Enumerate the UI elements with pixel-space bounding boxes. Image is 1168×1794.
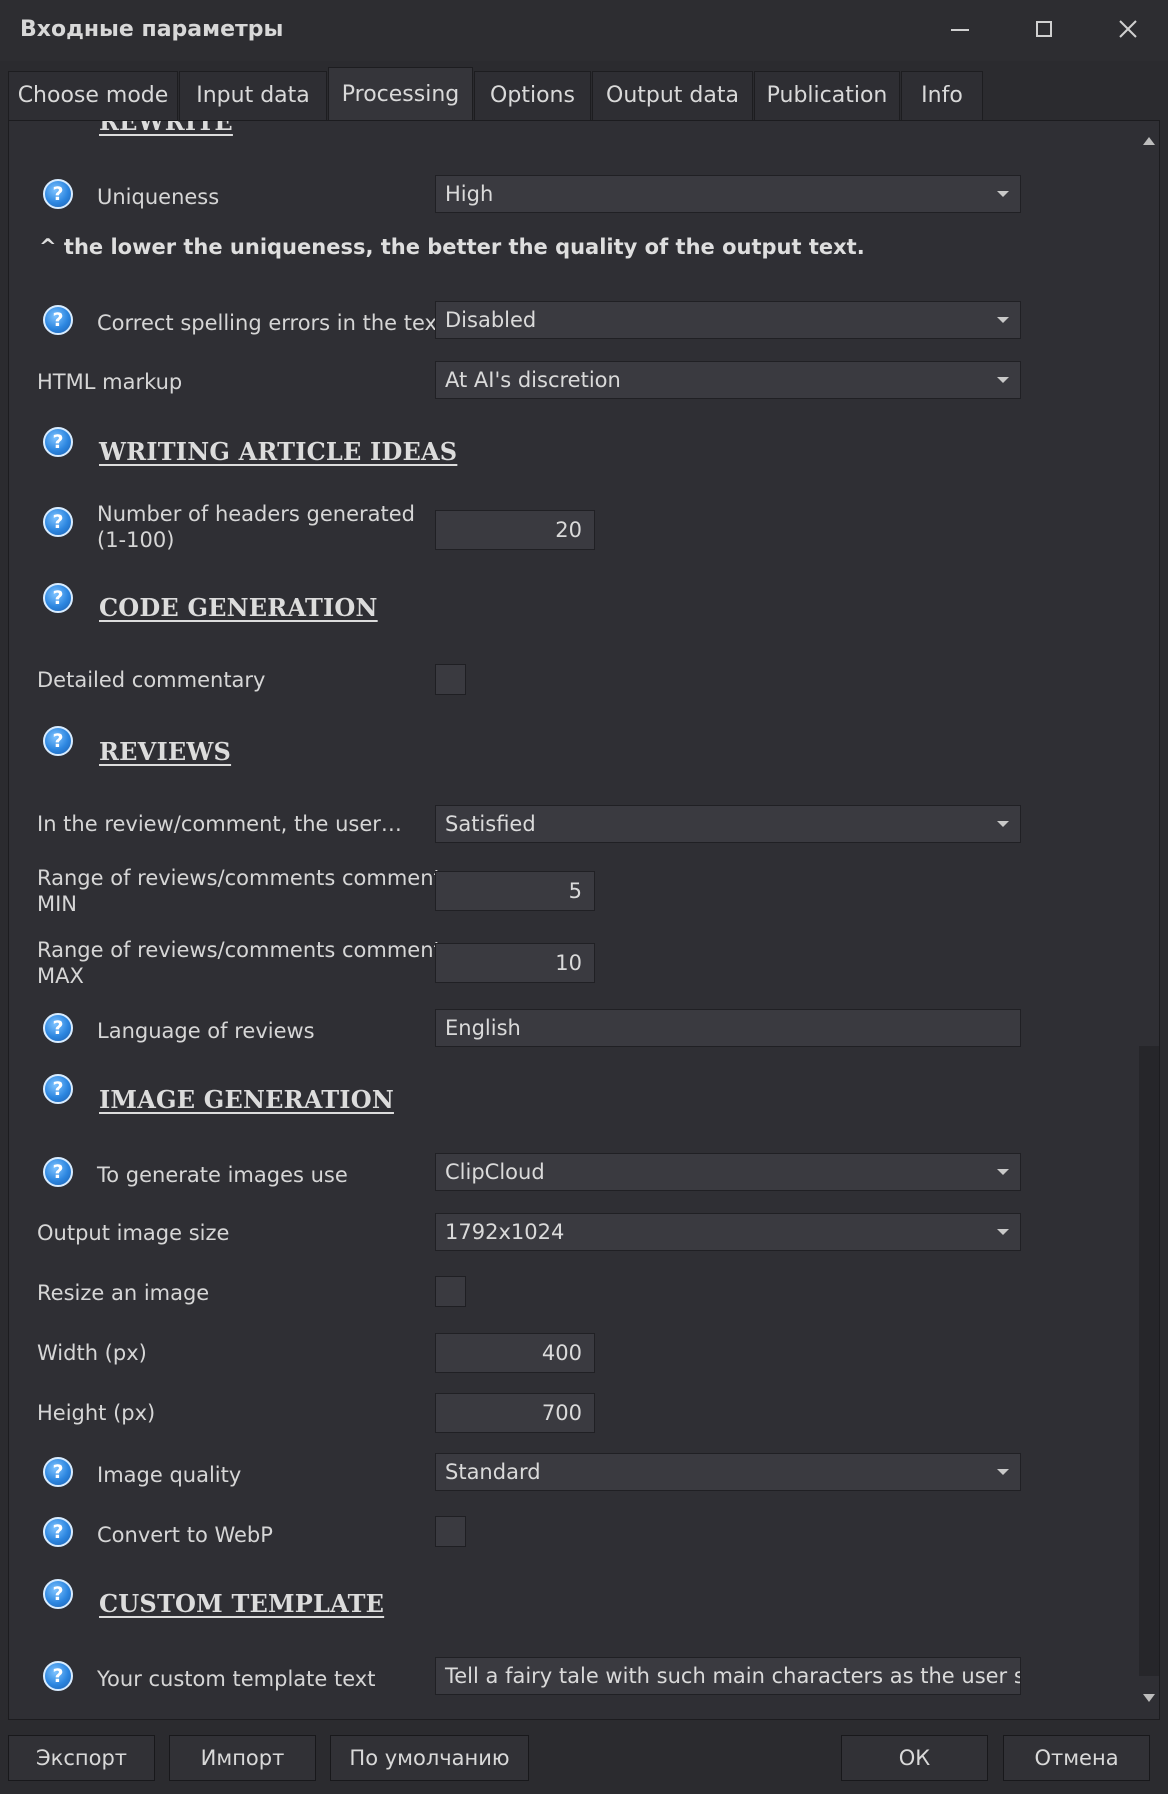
webp-checkbox[interactable] — [435, 1516, 466, 1547]
reviews-max-label-line1: Range of reviews/comments comments — [37, 938, 453, 962]
headers-label-line2: (1-100) — [97, 528, 175, 552]
tab-output-data[interactable]: Output data — [592, 71, 753, 121]
section-custom-title: CUSTOM TEMPLATE — [99, 1589, 385, 1618]
export-button[interactable]: Экспорт — [8, 1735, 155, 1781]
headers-label-line1: Number of headers generated — [97, 502, 416, 526]
vertical-scrollbar[interactable] — [1139, 121, 1159, 1719]
resize-image-label: Resize an image — [37, 1281, 210, 1305]
reviews-max-input[interactable]: 10 — [435, 943, 595, 983]
scroll-up-icon[interactable] — [1143, 137, 1155, 145]
uniqueness-note: ^ the lower the uniqueness, the better t… — [39, 235, 865, 259]
image-size-value: 1792x1024 — [445, 1220, 565, 1244]
help-icon[interactable]: ? — [43, 1013, 73, 1043]
image-quality-value: Standard — [445, 1460, 541, 1484]
review-user-label: In the review/comment, the user… — [37, 812, 402, 836]
image-generator-select[interactable]: ClipCloud — [435, 1153, 1021, 1191]
help-icon[interactable]: ? — [43, 179, 73, 209]
window-title: Входные параметры — [20, 17, 284, 42]
reviews-max-label-line2: MAX — [37, 964, 84, 988]
width-label: Width (px) — [37, 1341, 147, 1365]
cancel-button[interactable]: Отмена — [1003, 1735, 1150, 1781]
reviews-language-input[interactable]: English — [435, 1009, 1021, 1047]
tab-options[interactable]: Options — [474, 71, 591, 121]
custom-template-input[interactable]: Tell a fairy tale with such main charact… — [435, 1657, 1021, 1695]
minimize-icon — [951, 29, 969, 31]
processing-panel: REWRITE ? Uniqueness High ^ the lower th… — [8, 120, 1160, 1720]
spelling-label: Correct spelling errors in the text — [97, 311, 446, 335]
help-icon[interactable]: ? — [43, 583, 73, 613]
title-bar: Входные параметры — [0, 0, 1168, 61]
help-icon[interactable]: ? — [43, 1157, 73, 1187]
reviews-min-label-line1: Range of reviews/comments comments — [37, 866, 453, 890]
custom-template-label: Your custom template text — [97, 1667, 376, 1691]
help-icon[interactable]: ? — [43, 726, 73, 756]
tab-info[interactable]: Info — [901, 71, 983, 121]
scrollbar-thumb[interactable] — [1139, 1046, 1159, 1676]
height-input[interactable]: 700 — [435, 1393, 595, 1433]
image-generator-label: To generate images use — [97, 1163, 348, 1187]
default-button[interactable]: По умолчанию — [330, 1735, 529, 1781]
html-markup-value: At AI's discretion — [445, 368, 621, 392]
section-rewrite-title: REWRITE — [99, 120, 233, 136]
image-generator-value: ClipCloud — [445, 1160, 545, 1184]
import-button[interactable]: Импорт — [169, 1735, 316, 1781]
help-icon[interactable]: ? — [43, 1074, 73, 1104]
minimize-button[interactable] — [938, 10, 982, 50]
review-user-value: Satisfied — [445, 812, 536, 836]
headers-count-input[interactable]: 20 — [435, 510, 595, 550]
ok-button[interactable]: ОК — [841, 1735, 988, 1781]
close-button[interactable] — [1106, 10, 1150, 50]
chevron-down-icon — [997, 1469, 1009, 1475]
uniqueness-select[interactable]: High — [435, 175, 1021, 213]
help-icon[interactable]: ? — [43, 1661, 73, 1691]
reviews-min-input[interactable]: 5 — [435, 871, 595, 911]
uniqueness-label: Uniqueness — [97, 185, 220, 209]
review-user-select[interactable]: Satisfied — [435, 805, 1021, 843]
width-input[interactable]: 400 — [435, 1333, 595, 1373]
chevron-down-icon — [997, 377, 1009, 383]
chevron-down-icon — [997, 191, 1009, 197]
height-label: Height (px) — [37, 1401, 156, 1425]
reviews-language-label: Language of reviews — [97, 1019, 315, 1043]
section-reviews-title: REVIEWS — [99, 737, 232, 766]
section-code-title: CODE GENERATION — [99, 593, 378, 622]
image-size-label: Output image size — [37, 1221, 230, 1245]
tab-bar: Choose mode Input data Processing Option… — [0, 61, 1168, 122]
tab-input-data[interactable]: Input data — [179, 71, 327, 121]
section-ideas-title: WRITING ARTICLE IDEAS — [99, 437, 458, 466]
image-quality-label: Image quality — [97, 1463, 242, 1487]
tab-processing[interactable]: Processing — [328, 67, 473, 122]
detailed-commentary-label: Detailed commentary — [37, 668, 266, 692]
help-icon[interactable]: ? — [43, 305, 73, 335]
image-size-select[interactable]: 1792x1024 — [435, 1213, 1021, 1251]
section-image-title: IMAGE GENERATION — [99, 1085, 394, 1114]
help-icon[interactable]: ? — [43, 507, 73, 537]
html-markup-select[interactable]: At AI's discretion — [435, 361, 1021, 399]
help-icon[interactable]: ? — [43, 427, 73, 457]
webp-label: Convert to WebP — [97, 1523, 273, 1547]
help-icon[interactable]: ? — [43, 1579, 73, 1609]
html-markup-label: HTML markup — [37, 370, 183, 394]
tab-choose-mode[interactable]: Choose mode — [8, 71, 178, 121]
help-icon[interactable]: ? — [43, 1517, 73, 1547]
chevron-down-icon — [997, 317, 1009, 323]
close-icon — [1119, 20, 1137, 38]
maximize-icon — [1036, 21, 1052, 37]
uniqueness-value: High — [445, 182, 494, 206]
maximize-button[interactable] — [1022, 10, 1066, 50]
chevron-down-icon — [997, 1229, 1009, 1235]
image-quality-select[interactable]: Standard — [435, 1453, 1021, 1491]
scroll-down-icon[interactable] — [1143, 1694, 1155, 1702]
resize-image-checkbox[interactable] — [435, 1276, 466, 1307]
spelling-value: Disabled — [445, 308, 537, 332]
help-icon[interactable]: ? — [43, 1457, 73, 1487]
detailed-commentary-checkbox[interactable] — [435, 664, 466, 695]
reviews-min-label-line2: MIN — [37, 892, 78, 916]
tab-publication[interactable]: Publication — [754, 71, 900, 121]
chevron-down-icon — [997, 1169, 1009, 1175]
spelling-select[interactable]: Disabled — [435, 301, 1021, 339]
chevron-down-icon — [997, 821, 1009, 827]
